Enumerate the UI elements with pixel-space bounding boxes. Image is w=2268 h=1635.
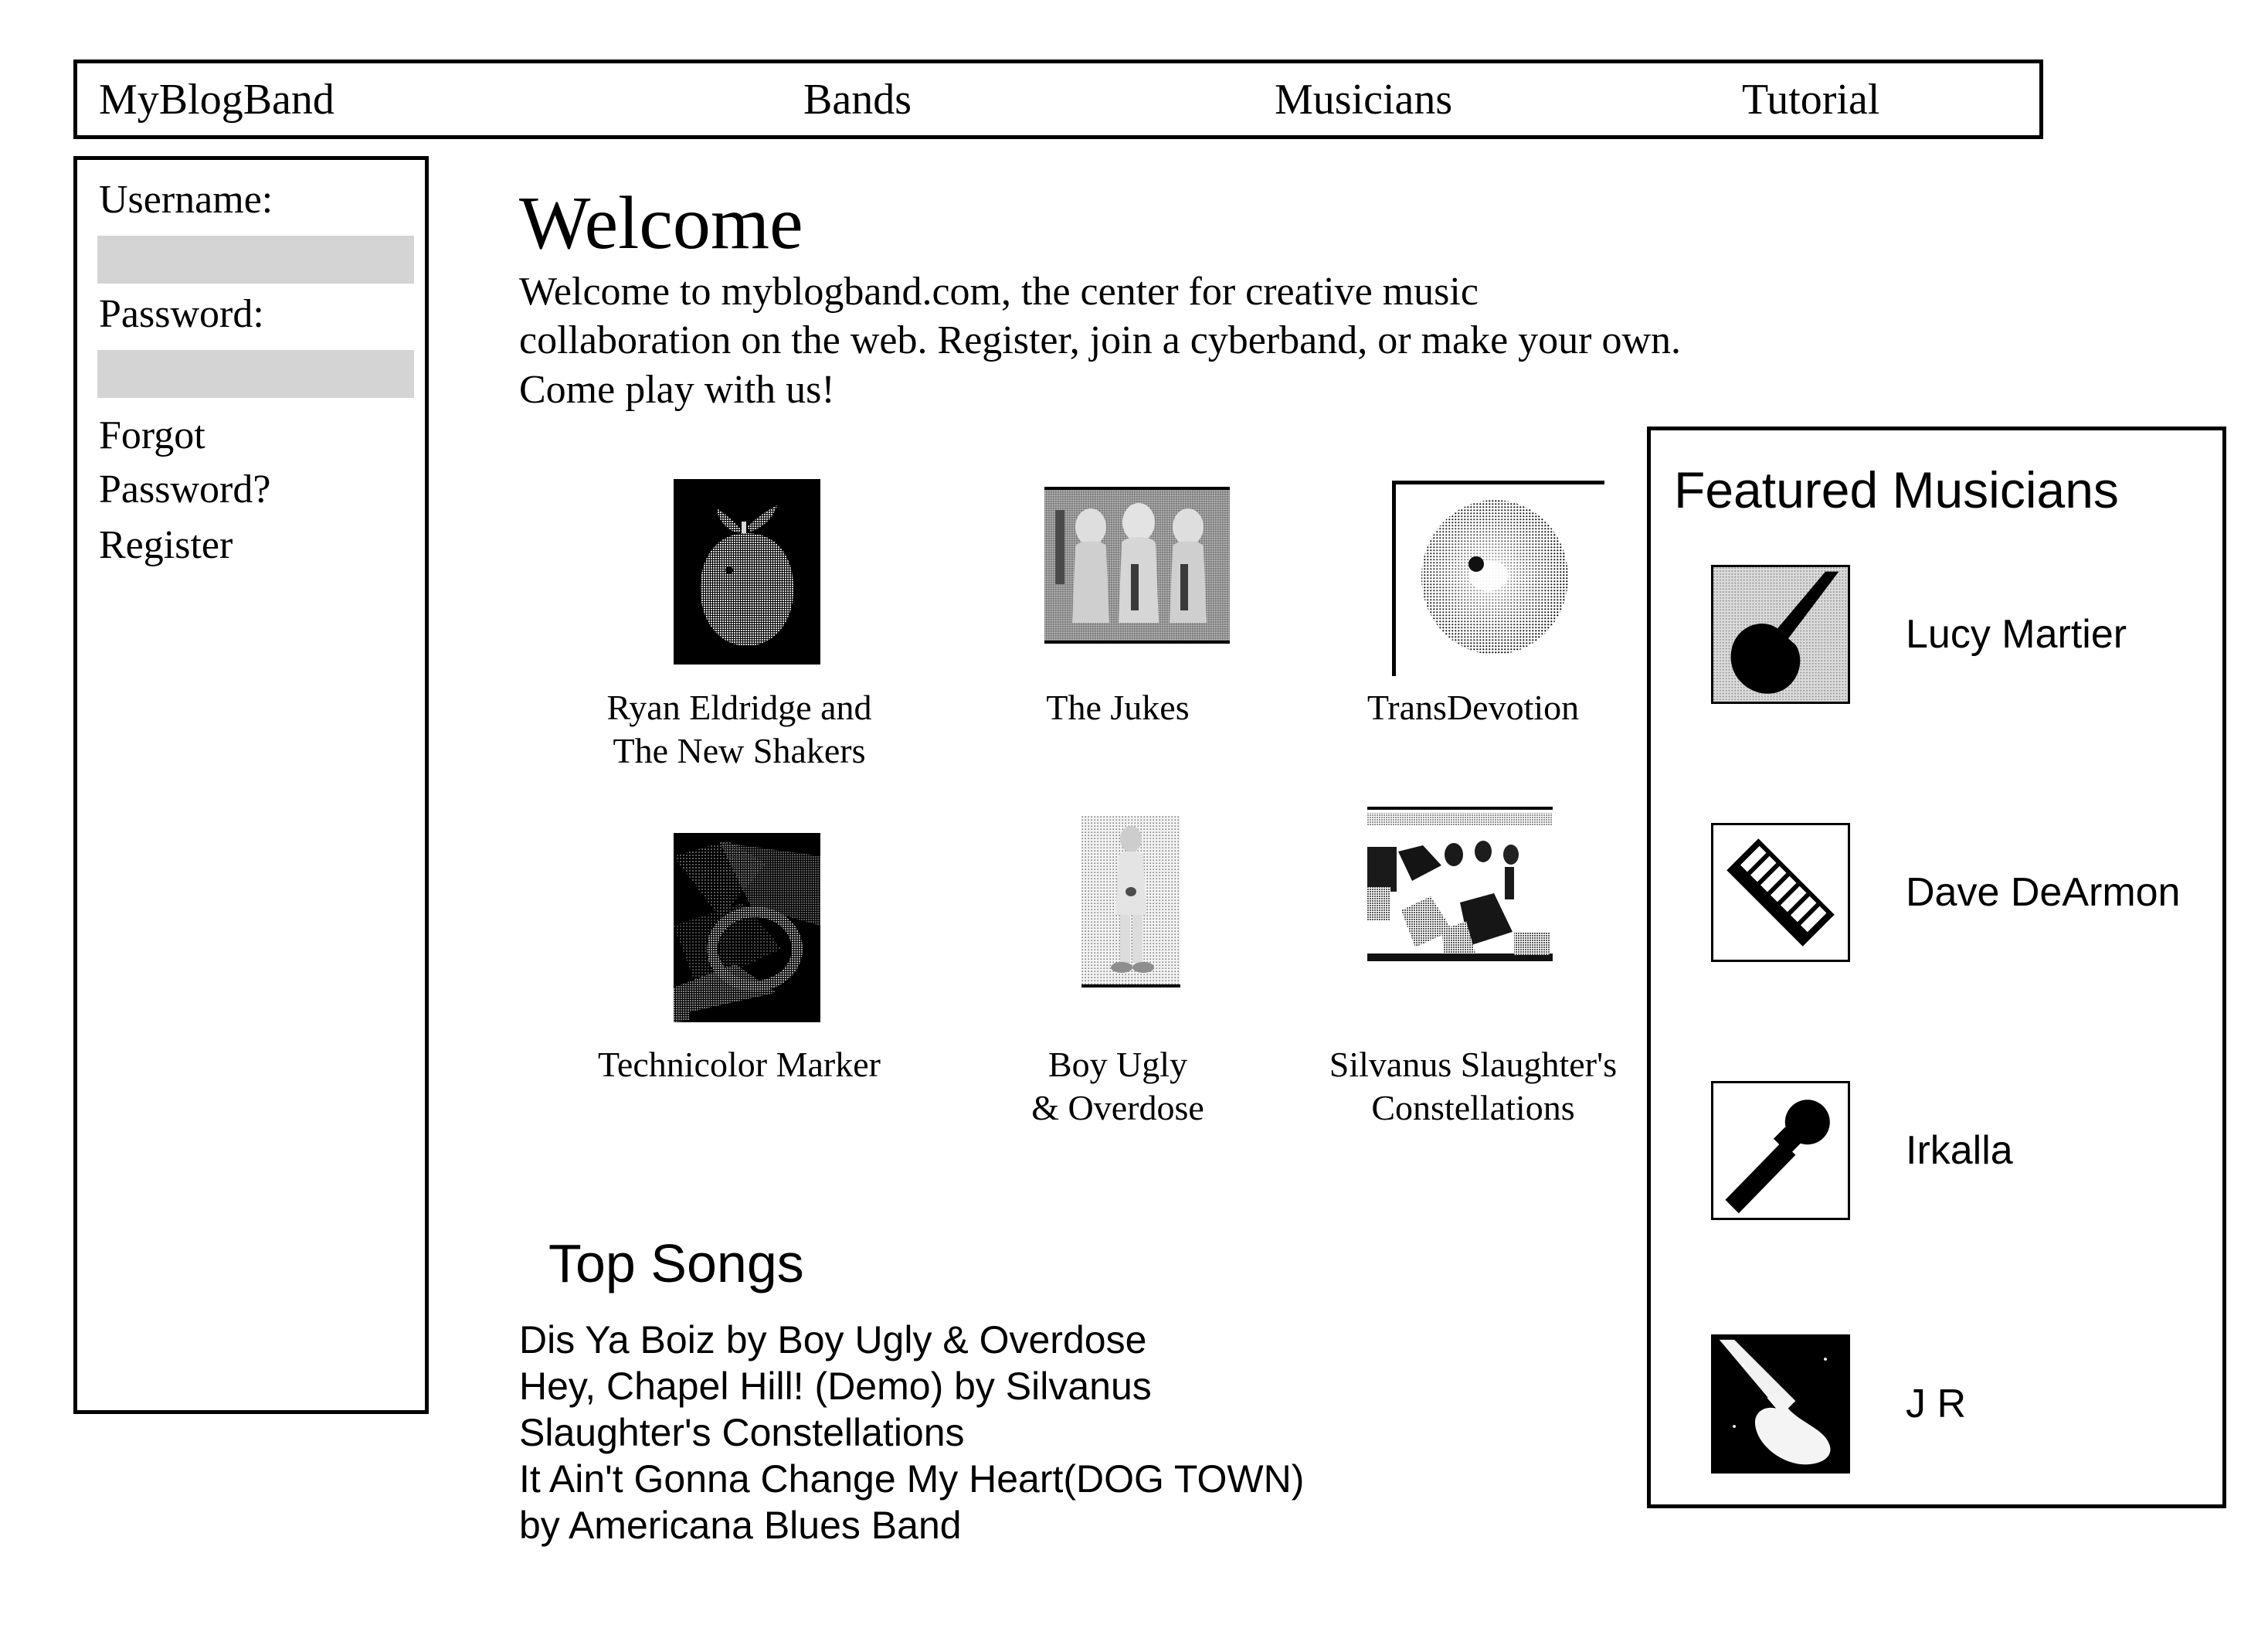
featured-musician-name[interactable]: Dave DeArmon bbox=[1906, 872, 2180, 913]
nav-item-bands[interactable]: Bands bbox=[803, 78, 912, 121]
username-input[interactable] bbox=[97, 236, 414, 284]
standing-figure-light-thumbnail[interactable] bbox=[1081, 816, 1180, 987]
register-link[interactable]: Register bbox=[99, 524, 233, 567]
band-name-line2: & Overdose bbox=[1031, 1088, 1204, 1128]
band-caption: Technicolor Marker bbox=[573, 1043, 905, 1086]
top-song-line[interactable]: Slaughter's Constellations bbox=[519, 1409, 1523, 1456]
featured-musician-row[interactable]: J R bbox=[1651, 1334, 2222, 1474]
nav-item-tutorial[interactable]: Tutorial bbox=[1742, 78, 1879, 121]
login-sidebar: Username: Password: Forgot Password? Reg… bbox=[73, 156, 429, 1414]
band-name-line1: Boy Ugly bbox=[1047, 1045, 1188, 1084]
nav-item-musicians[interactable]: Musicians bbox=[1275, 78, 1452, 121]
band-caption: The Jukes bbox=[952, 686, 1284, 729]
top-songs-list: Dis Ya Boiz by Boy Ugly & Overdose Hey, … bbox=[519, 1317, 1523, 1548]
featured-musician-row[interactable]: Irkalla bbox=[1651, 1081, 2222, 1220]
featured-musician-name[interactable]: J R bbox=[1906, 1384, 1966, 1424]
top-song-line[interactable]: Hey, Chapel Hill! (Demo) by Silvanus bbox=[519, 1363, 1523, 1409]
keyboard-piano-icon[interactable] bbox=[1711, 823, 1850, 962]
featured-musician-row[interactable]: Lucy Martier bbox=[1651, 565, 2222, 704]
band-caption: TransDevotion bbox=[1307, 686, 1639, 729]
band-caption: Silvanus Slaughter's Constellations bbox=[1307, 1043, 1639, 1130]
page-title: Welcome bbox=[519, 182, 803, 265]
featured-musician-row[interactable]: Dave DeArmon bbox=[1651, 823, 2222, 962]
top-songs-section: Top Songs Dis Ya Boiz by Boy Ugly & Over… bbox=[519, 1236, 1523, 1548]
apple-on-black-thumbnail[interactable] bbox=[674, 479, 820, 665]
top-song-line[interactable]: by Americana Blues Band bbox=[519, 1502, 1523, 1548]
main-content: Welcome Welcome to myblogband.com, the c… bbox=[519, 182, 1681, 1547]
forgot-password-link-line1[interactable]: Forgot bbox=[99, 414, 205, 457]
band-name-line1: The Jukes bbox=[1046, 688, 1190, 727]
featured-musicians-title: Featured Musicians bbox=[1674, 461, 2119, 518]
band-name-line1: Ryan Eldridge and bbox=[606, 688, 872, 727]
band-caption: Ryan Eldridge and The New Shakers bbox=[573, 686, 905, 773]
band-name-line2: Constellations bbox=[1371, 1088, 1575, 1128]
acoustic-guitar-icon[interactable] bbox=[1711, 565, 1850, 704]
top-navigation-bar: MyBlogBand Bands Musicians Tutorial bbox=[73, 59, 2043, 139]
password-label: Password: bbox=[99, 292, 264, 336]
band-caption: Boy Ugly & Overdose bbox=[952, 1043, 1284, 1130]
dark-abstract-thumbnail[interactable] bbox=[674, 833, 820, 1022]
band-name-line1: Silvanus Slaughter's bbox=[1329, 1045, 1618, 1084]
three-figures-gray-thumbnail[interactable] bbox=[1044, 487, 1230, 644]
welcome-paragraph: Welcome to myblogband.com, the center fo… bbox=[519, 270, 1682, 412]
featured-musician-name[interactable]: Lucy Martier bbox=[1906, 614, 2127, 654]
featured-musician-name[interactable]: Irkalla bbox=[1906, 1130, 2013, 1171]
band-name-line2: The New Shakers bbox=[613, 731, 866, 771]
microphone-icon[interactable] bbox=[1711, 1081, 1850, 1220]
band-name-line1: TransDevotion bbox=[1367, 688, 1580, 727]
top-song-line[interactable]: Dis Ya Boiz by Boy Ugly & Overdose bbox=[519, 1317, 1523, 1363]
band-photo-thumbnail[interactable] bbox=[1367, 807, 1553, 978]
dithered-eye-thumbnail[interactable] bbox=[1392, 481, 1604, 676]
password-input[interactable] bbox=[97, 350, 414, 398]
username-label: Username: bbox=[99, 178, 273, 222]
forgot-password-link-line2[interactable]: Password? bbox=[99, 468, 270, 512]
band-name-line1: Technicolor Marker bbox=[598, 1045, 881, 1084]
top-song-line[interactable]: It Ain't Gonna Change My Heart(DOG TOWN) bbox=[519, 1456, 1523, 1502]
top-songs-title: Top Songs bbox=[548, 1233, 804, 1293]
electric-guitar-icon[interactable] bbox=[1711, 1334, 1850, 1474]
featured-musicians-panel: Featured Musicians Lucy Martier Dave DeA… bbox=[1647, 427, 2226, 1508]
site-logo-myblogband[interactable]: MyBlogBand bbox=[99, 78, 334, 121]
